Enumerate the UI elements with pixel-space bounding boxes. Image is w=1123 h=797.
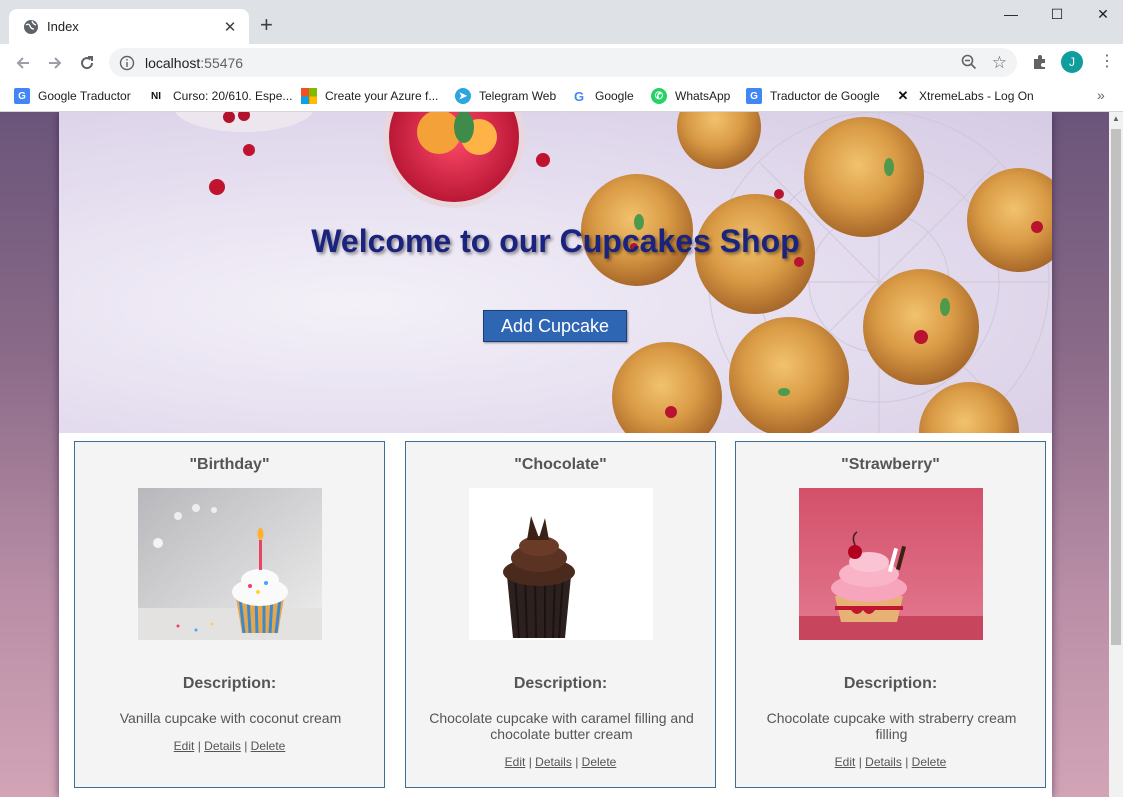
- cupcake-card: "Strawberry" Description: Chocolate cupc…: [735, 441, 1046, 788]
- google-icon: G: [571, 88, 587, 104]
- card-actions: Edit | Details | Delete: [736, 755, 1045, 769]
- google-translate-icon: G: [14, 88, 30, 104]
- card-actions: Edit | Details | Delete: [75, 739, 384, 753]
- separator: |: [575, 755, 579, 769]
- bookmark-label: Create your Azure f...: [325, 89, 439, 103]
- delete-link[interactable]: Delete: [912, 755, 947, 769]
- bookmark-whatsapp[interactable]: ✆ WhatsApp: [651, 86, 730, 106]
- tab-close-icon[interactable]: ✕: [221, 18, 239, 36]
- bookmark-label: Curso: 20/610. Espe...: [173, 89, 293, 103]
- description-heading: Description:: [513, 675, 608, 692]
- xtremelabs-icon: ✕: [895, 88, 911, 104]
- profile-avatar[interactable]: J: [1061, 51, 1083, 73]
- card-actions: Edit | Details | Delete: [406, 755, 715, 769]
- bookmark-xtremelabs[interactable]: ✕ XtremeLabs - Log On: [895, 86, 1034, 106]
- bookmark-azure[interactable]: Create your Azure f...: [301, 86, 438, 106]
- edit-link[interactable]: Edit: [505, 755, 526, 769]
- edit-link[interactable]: Edit: [835, 755, 856, 769]
- separator: |: [197, 739, 201, 753]
- info-icon[interactable]: [119, 55, 135, 71]
- url-port: :55476: [200, 54, 244, 71]
- menu-icon[interactable]: ⋮: [1099, 52, 1115, 72]
- forward-button[interactable]: [44, 52, 66, 74]
- details-link[interactable]: Details: [204, 739, 241, 753]
- cupcake-name: "Chocolate": [514, 456, 607, 473]
- minimize-button[interactable]: —: [988, 6, 1034, 22]
- address-bar[interactable]: localhost:55476 ☆: [109, 48, 1017, 77]
- cupcake-description: Chocolate cupcake with straberry cream f…: [766, 710, 1017, 742]
- bookmark-label: WhatsApp: [675, 89, 731, 103]
- globe-icon: [24, 19, 38, 34]
- cupcake-description: Vanilla cupcake with coconut cream: [119, 710, 342, 726]
- bookmark-label: Telegram Web: [479, 89, 557, 103]
- back-button[interactable]: [12, 52, 34, 74]
- separator: |: [244, 739, 248, 753]
- separator: |: [858, 755, 862, 769]
- page-scrollbar[interactable]: ▲: [1109, 112, 1123, 797]
- hero-title: Welcome to our Cupcakes Shop: [311, 223, 800, 259]
- zoom-icon[interactable]: [961, 54, 977, 70]
- page-container: Welcome to our Cupcakes Shop Add Cupcake…: [59, 112, 1052, 797]
- reload-icon: [81, 56, 94, 70]
- edit-link[interactable]: Edit: [174, 739, 195, 753]
- arrow-left-icon: [16, 57, 29, 69]
- cupcake-card: "Chocolate" Description: Chocolate cupca…: [405, 441, 716, 788]
- bookmark-label: XtremeLabs - Log On: [919, 89, 1034, 103]
- url-host: localhost: [145, 54, 201, 71]
- delete-link[interactable]: Delete: [251, 739, 286, 753]
- cupcake-description: Chocolate cupcake with caramel filling a…: [429, 710, 694, 742]
- page-viewport: Welcome to our Cupcakes Shop Add Cupcake…: [0, 112, 1109, 797]
- browser-toolbar: localhost:55476 ☆ J ⋮: [0, 44, 1123, 81]
- google-translate-icon: G: [746, 88, 762, 104]
- delete-link[interactable]: Delete: [582, 755, 617, 769]
- cupcake-card: "Birthday" Description: Vanilla cupcake …: [74, 441, 385, 788]
- tab-title: Index: [47, 19, 79, 34]
- add-cupcake-button[interactable]: Add Cupcake: [483, 310, 627, 342]
- chocolate-cupcake-image: [469, 488, 653, 640]
- microsoft-logo-icon: [301, 88, 317, 104]
- description-heading: Description:: [843, 675, 938, 692]
- bookmark-label: Traductor de Google: [770, 89, 880, 103]
- strawberry-cupcake-image: [799, 488, 983, 640]
- tab-strip: Index ✕ + — ☐ ✕: [0, 0, 1123, 44]
- arrow-right-icon: [49, 57, 62, 69]
- bookmark-label: Google: [595, 89, 634, 103]
- browser-tab[interactable]: Index ✕: [9, 9, 249, 44]
- separator: |: [528, 755, 532, 769]
- cupcake-name: "Strawberry": [841, 456, 940, 473]
- bookmarks-bar: G Google Traductor NI Curso: 20/610. Esp…: [0, 81, 1123, 112]
- bookmark-traductor-google[interactable]: G Traductor de Google: [746, 86, 880, 106]
- description-heading: Description:: [182, 675, 277, 692]
- star-icon[interactable]: ☆: [992, 53, 1007, 73]
- scrollbar-thumb[interactable]: [1111, 129, 1121, 645]
- maximize-button[interactable]: ☐: [1034, 6, 1080, 23]
- bookmark-telegram[interactable]: ➤ Telegram Web: [455, 86, 556, 106]
- bookmark-label: Google Traductor: [38, 89, 131, 103]
- birthday-cupcake-image: [138, 488, 322, 640]
- bookmark-curso[interactable]: NI Curso: 20/610. Espe...: [147, 86, 292, 106]
- details-link[interactable]: Details: [865, 755, 902, 769]
- reload-button[interactable]: [76, 52, 98, 74]
- hero-background-image: [175, 112, 1052, 433]
- telegram-icon: ➤: [455, 88, 471, 104]
- extensions-icon[interactable]: [1031, 53, 1049, 71]
- bookmark-google-traductor[interactable]: G Google Traductor: [14, 86, 131, 106]
- whatsapp-icon: ✆: [651, 88, 667, 104]
- hero-banner: Welcome to our Cupcakes Shop Add Cupcake: [59, 112, 1052, 433]
- bookmark-google[interactable]: G Google: [571, 86, 634, 106]
- new-tab-button[interactable]: +: [260, 14, 273, 36]
- close-window-button[interactable]: ✕: [1080, 6, 1123, 23]
- bookmarks-overflow-button[interactable]: »: [1097, 87, 1105, 103]
- scroll-up-arrow-icon[interactable]: ▲: [1109, 112, 1123, 126]
- ni-logo-icon: NI: [147, 88, 165, 104]
- details-link[interactable]: Details: [535, 755, 572, 769]
- cupcake-name: "Birthday": [189, 456, 270, 473]
- separator: |: [905, 755, 909, 769]
